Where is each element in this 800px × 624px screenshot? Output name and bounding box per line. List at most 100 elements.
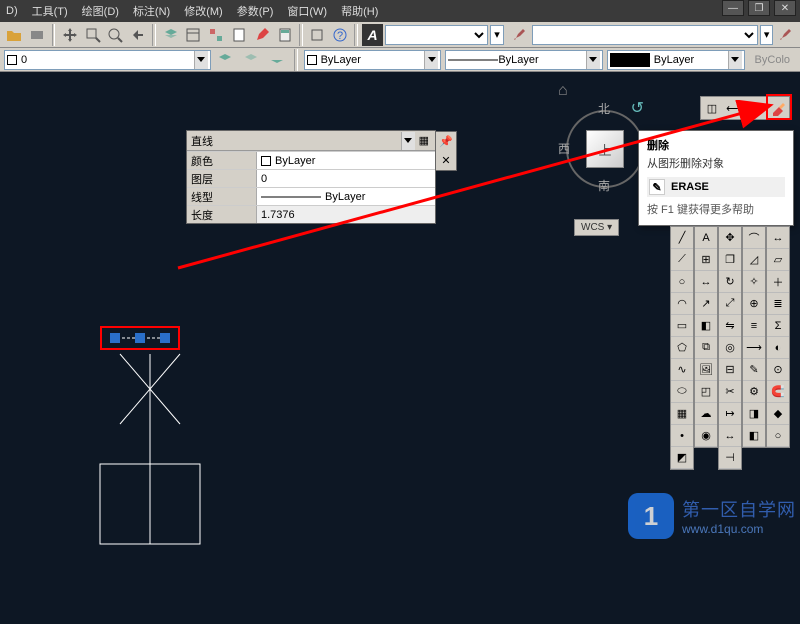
rect-icon[interactable]: ▭: [671, 315, 693, 337]
lengthen-icon[interactable]: ⟶: [743, 337, 765, 359]
compass-w[interactable]: 西: [558, 140, 570, 157]
close-button[interactable]: ✕: [774, 0, 796, 16]
restore-button[interactable]: ❐: [748, 0, 770, 16]
dropdown-arrow-icon[interactable]: ▾: [760, 25, 773, 45]
area-icon[interactable]: ▱: [767, 249, 789, 271]
layer-previous-icon[interactable]: [215, 49, 237, 71]
zoom-previous-icon[interactable]: [128, 24, 149, 46]
open-icon[interactable]: [4, 24, 25, 46]
spline-icon[interactable]: ∿: [671, 359, 693, 381]
color-select[interactable]: ByLayer: [304, 50, 442, 70]
tool-icon[interactable]: ◫: [701, 97, 723, 119]
circle-icon[interactable]: ○: [671, 271, 693, 293]
mtext-icon[interactable]: A: [695, 227, 717, 249]
dim-style-select[interactable]: [532, 25, 758, 45]
list-icon[interactable]: ≣: [767, 293, 789, 315]
grip-start[interactable]: [110, 333, 120, 343]
tool-icon[interactable]: ◆: [767, 403, 789, 425]
prop-row-color[interactable]: 颜色 ByLayer: [187, 151, 435, 169]
options-icon[interactable]: ▦: [419, 134, 429, 147]
wcs-button[interactable]: WCS ▾: [574, 219, 619, 236]
menu-item[interactable]: D): [6, 5, 18, 17]
compass-s[interactable]: 南: [598, 177, 610, 194]
dropdown-arrow-icon[interactable]: [424, 51, 438, 69]
prop-row-length[interactable]: 长度 1.7376: [187, 205, 435, 223]
leader-icon[interactable]: ↗: [695, 293, 717, 315]
offset-icon[interactable]: ◎: [719, 337, 741, 359]
table-icon[interactable]: ⊞: [695, 249, 717, 271]
fillet-icon[interactable]: ⌒: [743, 227, 765, 249]
poly-icon[interactable]: ⬠: [671, 337, 693, 359]
pedit-icon[interactable]: ✎: [743, 359, 765, 381]
brush2-icon[interactable]: [775, 24, 796, 46]
array-icon[interactable]: ⊟: [719, 359, 741, 381]
layer-select[interactable]: 0: [4, 50, 211, 70]
dropdown-arrow-icon[interactable]: [728, 51, 742, 69]
viewcube[interactable]: ↺ 上 北 南 西 东 WCS ▾: [560, 98, 650, 208]
tool-icon[interactable]: ⟷: [723, 97, 745, 119]
donut-icon[interactable]: ◉: [695, 425, 717, 447]
dropdown-arrow-icon[interactable]: [586, 51, 600, 69]
home-icon[interactable]: ⌂: [558, 82, 576, 98]
calc-icon[interactable]: [274, 24, 295, 46]
rotate-icon[interactable]: ↺: [631, 98, 644, 118]
grip-end[interactable]: [160, 333, 170, 343]
region-icon[interactable]: ◩: [671, 447, 693, 469]
minimize-button[interactable]: —: [722, 0, 744, 16]
ellipse-icon[interactable]: ⬭: [671, 381, 693, 403]
zoom-window-icon[interactable]: [82, 24, 103, 46]
scale-icon[interactable]: ⤢: [719, 293, 741, 315]
dim-icon[interactable]: ↔: [695, 271, 717, 293]
hatch-icon[interactable]: ▦: [671, 403, 693, 425]
zoom-extents-icon[interactable]: [105, 24, 126, 46]
dist-icon[interactable]: ↔: [767, 227, 789, 249]
help-icon[interactable]: ?: [330, 24, 351, 46]
revcloud-icon[interactable]: ☁: [695, 403, 717, 425]
tool-icon[interactable]: ⚙: [743, 381, 765, 403]
explode-icon[interactable]: ✧: [743, 271, 765, 293]
wipeout-icon[interactable]: ◰: [695, 381, 717, 403]
dropdown-arrow-icon[interactable]: [194, 51, 208, 69]
menu-item[interactable]: 工具(T): [32, 3, 68, 19]
layer-match-icon[interactable]: [266, 49, 288, 71]
prop-row-layer[interactable]: 图层 0: [187, 169, 435, 187]
menu-item[interactable]: 窗口(W): [287, 3, 327, 19]
menu-item[interactable]: 帮助(H): [341, 3, 378, 19]
massprop-icon[interactable]: Σ: [767, 315, 789, 337]
move-icon[interactable]: ✥: [719, 227, 741, 249]
tool-icon[interactable]: ◲: [745, 97, 767, 119]
arc-icon[interactable]: ◠: [671, 293, 693, 315]
break-icon[interactable]: ⊣: [719, 447, 741, 469]
properties-icon[interactable]: [183, 24, 204, 46]
rotate-icon[interactable]: ↻: [719, 271, 741, 293]
panel-title-bar[interactable]: 直线 ▦: [187, 131, 435, 151]
point-icon[interactable]: •: [671, 425, 693, 447]
chamfer-icon[interactable]: ◿: [743, 249, 765, 271]
raster-icon[interactable]: 🖼: [695, 359, 717, 381]
menu-item[interactable]: 参数(P): [237, 3, 274, 19]
menu-item[interactable]: 标注(N): [133, 3, 170, 19]
copy-icon[interactable]: ❐: [719, 249, 741, 271]
tool-icon[interactable]: ◨: [743, 403, 765, 425]
dropdown-arrow-icon[interactable]: [401, 132, 415, 150]
extend-icon[interactable]: ↦: [719, 403, 741, 425]
compass-n[interactable]: 北: [598, 100, 610, 117]
linetype-select[interactable]: ByLayer: [445, 50, 602, 70]
line-icon[interactable]: ╱: [671, 227, 693, 249]
match-icon[interactable]: [206, 24, 227, 46]
brush-icon[interactable]: [510, 24, 531, 46]
xref-icon[interactable]: ⧉: [695, 337, 717, 359]
mirror-icon[interactable]: ⇋: [719, 315, 741, 337]
layer-props-icon[interactable]: [160, 24, 181, 46]
tool-icon[interactable]: ◧: [743, 425, 765, 447]
plot-icon[interactable]: [27, 24, 48, 46]
menu-item[interactable]: 修改(M): [184, 3, 223, 19]
erase-icon[interactable]: [767, 97, 789, 119]
tool-icon[interactable]: ◐: [767, 337, 789, 359]
stretch-icon[interactable]: ↔: [719, 425, 741, 447]
join-icon[interactable]: ⊕: [743, 293, 765, 315]
menu-item[interactable]: 绘图(D): [82, 3, 119, 19]
dropdown-arrow-icon[interactable]: ▾: [490, 25, 503, 45]
text-style-icon[interactable]: A: [362, 24, 383, 46]
pline-icon[interactable]: ⟋: [671, 249, 693, 271]
